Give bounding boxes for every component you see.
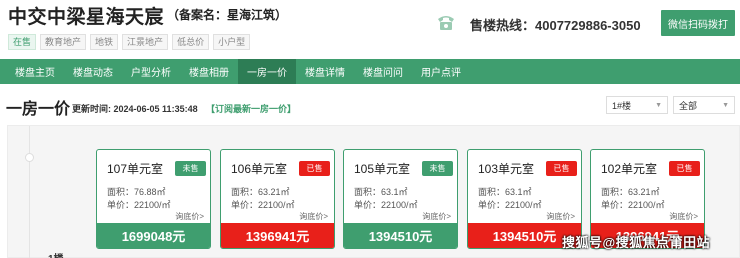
- tag: 教育地产: [40, 34, 87, 50]
- unit-area: 面积：76.88㎡: [107, 187, 166, 197]
- header: 中交中梁星海天宸 （备案名：星海江筑） 在售 教育地产 地铁 江景地产 低总价 …: [0, 0, 740, 56]
- chevron-down-icon: ▼: [655, 101, 662, 109]
- floor-label: 1楼: [48, 250, 64, 258]
- ask-price-link[interactable]: 询底价>: [299, 211, 328, 222]
- unit-area: 面积：63.1㎡: [478, 187, 532, 197]
- nav-item-home[interactable]: 楼盘主页: [6, 59, 64, 84]
- tag: 地铁: [90, 34, 119, 50]
- unit-room: 103单元室: [478, 162, 535, 176]
- unit-price: 单价：22100/㎡: [478, 200, 542, 210]
- subscribe-link[interactable]: 【订阅最新一房一价】: [206, 102, 296, 115]
- chevron-down-icon: ▼: [722, 101, 729, 109]
- building-select-value: 1#楼: [612, 100, 632, 111]
- nav-item-reviews[interactable]: 用户点评: [412, 59, 470, 84]
- timeline-dot: [25, 153, 34, 162]
- record-name: （备案名：星海江筑）: [167, 8, 288, 22]
- building-select[interactable]: 1#楼 ▼: [606, 96, 668, 114]
- ask-price-link[interactable]: 询底价>: [669, 211, 698, 222]
- wechat-call-button[interactable]: 微信扫码拨打: [661, 10, 735, 36]
- tag-list: 在售 教育地产 地铁 江景地产 低总价 小户型: [8, 34, 251, 50]
- tag: 低总价: [172, 34, 210, 50]
- unit-card[interactable]: 105单元室 未售 面积：63.1㎡ 单价：22100/㎡ 询底价> 13945…: [343, 149, 458, 249]
- nav-item-details[interactable]: 楼盘详情: [296, 59, 354, 84]
- hotline: 售楼热线：4007729886-3050: [470, 18, 641, 33]
- status-select[interactable]: 全部 ▼: [673, 96, 735, 114]
- nav-item-news[interactable]: 楼盘动态: [64, 59, 122, 84]
- tag: 在售: [8, 34, 37, 50]
- phone-icon: [438, 16, 454, 30]
- total-price: 1396941元: [221, 223, 334, 248]
- ask-price-link[interactable]: 询底价>: [422, 211, 451, 222]
- main-nav: 楼盘主页 楼盘动态 户型分析 楼盘相册 一房一价 楼盘详情 楼盘问问 用户点评: [0, 59, 740, 84]
- update-label: 更新时间:: [72, 104, 111, 114]
- status-badge: 未售: [175, 161, 206, 176]
- unit-card[interactable]: 107单元室 未售 面积：76.88㎡ 单价：22100/㎡ 询底价> 1699…: [96, 149, 211, 249]
- status-badge: 未售: [422, 161, 453, 176]
- unit-price: 单价：22100/㎡: [231, 200, 295, 210]
- unit-room: 105单元室: [354, 162, 411, 176]
- ask-price-link[interactable]: 询底价>: [175, 211, 204, 222]
- unit-area: 面积：63.21㎡: [231, 187, 290, 197]
- ask-price-link[interactable]: 询底价>: [546, 211, 575, 222]
- price-list-header: 一房一价 更新时间: 2024-06-05 11:35:48 【订阅最新一房一价…: [0, 92, 740, 120]
- unit-room: 106单元室: [231, 162, 288, 176]
- status-badge: 已售: [546, 161, 577, 176]
- status-badge: 已售: [299, 161, 330, 176]
- unit-price: 单价：22100/㎡: [354, 200, 418, 210]
- total-price: 1394510元: [344, 223, 457, 248]
- unit-price: 单价：22100/㎡: [601, 200, 665, 210]
- section-title: 一房一价: [6, 101, 71, 118]
- nav-item-album[interactable]: 楼盘相册: [180, 59, 238, 84]
- unit-card[interactable]: 106单元室 已售 面积：63.21㎡ 单价：22100/㎡ 询底价> 1396…: [220, 149, 335, 249]
- status-badge: 已售: [669, 161, 700, 176]
- tag: 江景地产: [122, 34, 169, 50]
- status-select-value: 全部: [679, 100, 698, 111]
- unit-price: 单价：22100/㎡: [107, 200, 171, 210]
- unit-area: 面积：63.1㎡: [354, 187, 408, 197]
- tag: 小户型: [213, 34, 251, 50]
- timeline-line: [29, 126, 30, 258]
- update-time: 更新时间: 2024-06-05 11:35:48: [72, 102, 198, 115]
- nav-item-price-list[interactable]: 一房一价: [238, 59, 296, 84]
- page-title: 中交中梁星海天宸: [8, 7, 165, 28]
- nav-item-qa[interactable]: 楼盘问问: [354, 59, 412, 84]
- unit-room: 107单元室: [107, 162, 164, 176]
- total-price: 1699048元: [97, 223, 210, 248]
- unit-area: 面积：63.21㎡: [601, 187, 660, 197]
- nav-item-layouts[interactable]: 户型分析: [122, 59, 180, 84]
- update-value: 2024-06-05 11:35:48: [113, 104, 198, 114]
- watermark: 搜狐号@搜狐焦点莆田站: [562, 235, 711, 250]
- unit-room: 102单元室: [601, 162, 658, 176]
